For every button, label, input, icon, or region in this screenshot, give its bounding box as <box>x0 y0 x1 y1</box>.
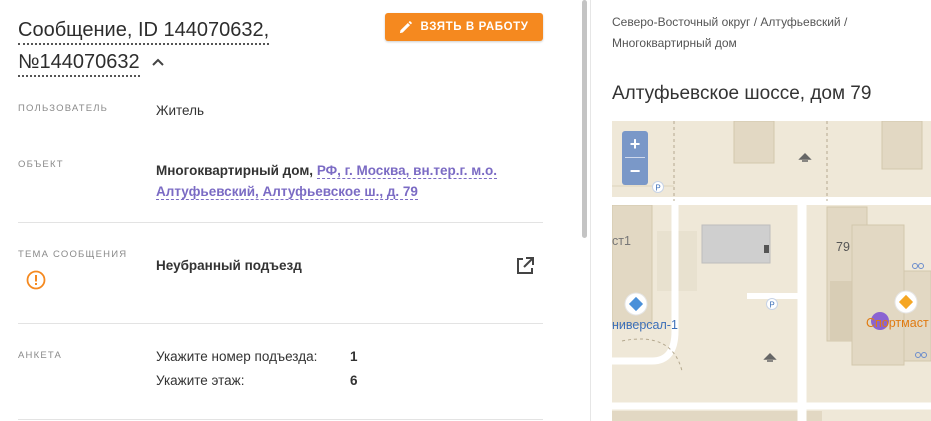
scrollbar-thumb[interactable] <box>582 0 587 238</box>
take-to-work-label: ВЗЯТЬ В РАБОТУ <box>420 21 529 33</box>
zoom-in-button[interactable]: + <box>622 131 648 157</box>
topic-label: ТЕМА СООБЩЕНИЯ <box>18 249 128 260</box>
message-title-line2: №144070632 <box>18 49 140 77</box>
object-address-link-line2[interactable]: Алтуфьевский, Алтуфьевское ш., д. 79 <box>156 184 418 200</box>
panel-divider <box>590 0 591 421</box>
object-address-link[interactable]: РФ, г. Москва, вн.тер.г. м.о. <box>316 163 497 179</box>
question-entrance: Укажите номер подъезда: <box>156 349 318 364</box>
map-zoom-control: + − <box>622 131 648 185</box>
breadcrumb-line2: Многоквартирный дом <box>612 36 737 50</box>
zoom-out-button[interactable]: − <box>622 158 648 184</box>
parking-label: P <box>769 301 774 310</box>
map[interactable]: P P <box>612 121 931 421</box>
user-label: ПОЛЬЗОВАТЕЛЬ <box>18 103 109 114</box>
divider <box>18 323 543 324</box>
object-type: Многоквартирный дом, <box>156 163 314 178</box>
answer-floor: 6 <box>350 373 358 388</box>
open-external-icon[interactable] <box>515 256 535 276</box>
parking-label: P <box>655 184 660 193</box>
message-title-line1: Сообщение, ID 144070632, <box>18 17 270 45</box>
take-to-work-button[interactable]: ВЗЯТЬ В РАБОТУ <box>385 13 543 41</box>
divider <box>18 419 543 420</box>
message-panel: Сообщение, ID 144070632, №144070632 ВЗЯТ… <box>0 0 580 421</box>
building-number: 79 <box>836 240 850 254</box>
topic-value: Неубранный подъезд <box>156 258 302 273</box>
question-floor: Укажите этаж: <box>156 373 245 388</box>
user-value: Житель <box>156 103 205 118</box>
divider <box>18 222 543 223</box>
map-canvas[interactable]: P P <box>612 121 931 421</box>
map-label-sportmaster: Спортмаст <box>866 316 929 330</box>
map-label-st1: ст1 <box>612 234 631 248</box>
answer-entrance: 1 <box>350 349 358 364</box>
object-label: ОБЪЕКТ <box>18 159 64 170</box>
chevron-up-icon[interactable] <box>150 54 166 70</box>
address-title: Алтуфьевское шоссе, дом 79 <box>612 83 872 104</box>
form-label: АНКЕТА <box>18 350 63 361</box>
map-label-universal: ниверсал-1 <box>612 318 678 332</box>
breadcrumb: Северо-Восточный округ / Алтуфьевский / <box>612 15 848 29</box>
pencil-icon <box>400 20 413 33</box>
warning-icon <box>26 270 46 290</box>
object-value: Многоквартирный дом, РФ, г. Москва, вн.т… <box>156 160 536 202</box>
